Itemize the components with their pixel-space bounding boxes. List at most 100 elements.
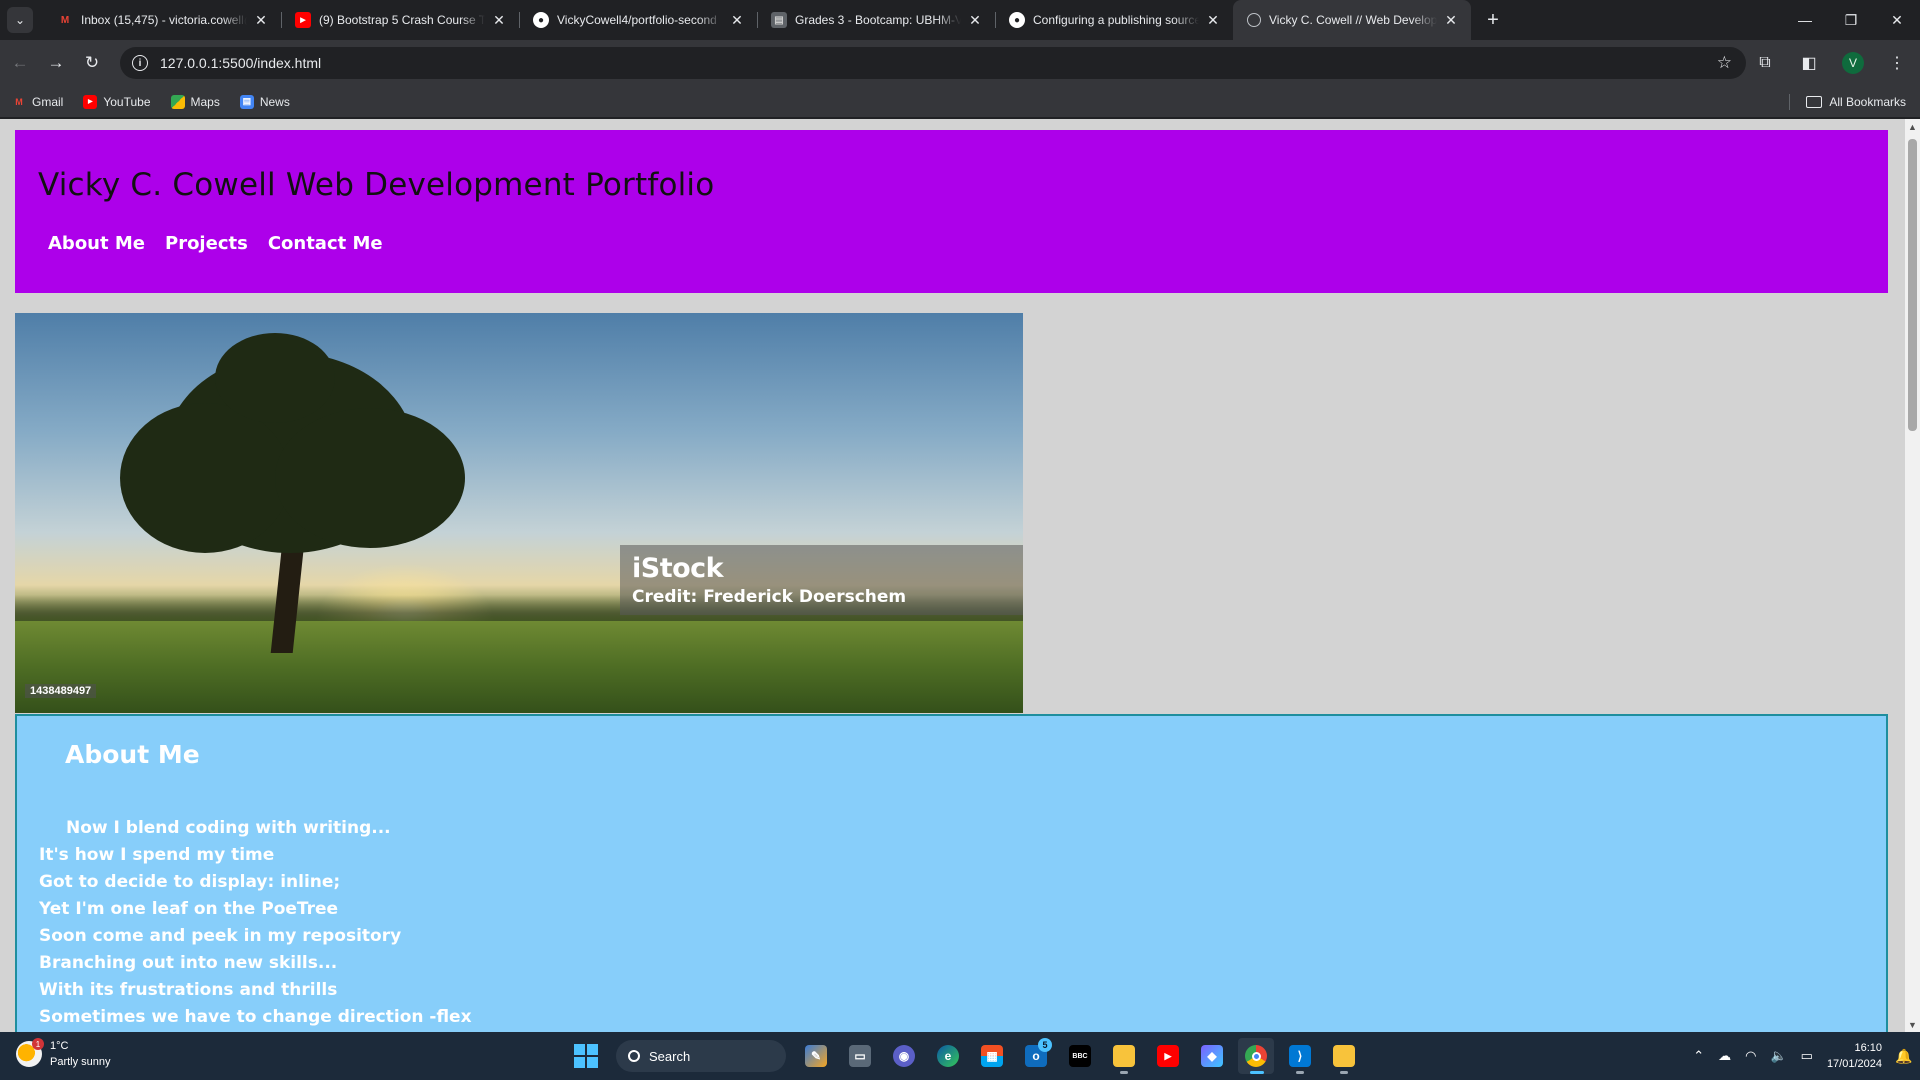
github-icon: ●: [1009, 12, 1025, 28]
start-logo-tile: [587, 1057, 598, 1068]
profile-button[interactable]: V: [1838, 47, 1868, 79]
weather-condition: Partly sunny: [50, 1056, 111, 1068]
forward-icon[interactable]: →: [40, 47, 72, 79]
bookmark-star-icon[interactable]: ☆: [1717, 53, 1732, 73]
folder-glyph: [1113, 1045, 1135, 1067]
bookmark-label: YouTube: [103, 94, 151, 109]
image-id: 1438489497: [25, 684, 97, 698]
close-icon[interactable]: ✕: [1443, 12, 1459, 29]
youtube-icon: ▶: [83, 94, 98, 109]
nav-link-projects[interactable]: Projects: [165, 233, 248, 254]
close-icon[interactable]: ✕: [967, 12, 983, 29]
chevron-up-icon[interactable]: ⌃: [1693, 1048, 1704, 1064]
close-icon[interactable]: ✕: [1205, 12, 1221, 29]
minimize-icon[interactable]: —: [1782, 0, 1828, 40]
notification-badge: 1: [32, 1038, 44, 1050]
taskbar-search[interactable]: Search: [616, 1040, 786, 1072]
about-section: About Me Now I blend coding with writing…: [15, 714, 1888, 1032]
clock[interactable]: 16:10 17/01/2024: [1827, 1040, 1882, 1072]
back-icon[interactable]: ←: [4, 47, 36, 79]
side-panel-icon[interactable]: ◧: [1794, 47, 1824, 79]
field: [15, 621, 1023, 713]
tab-title: VickyCowell4/portfolio-second: [557, 13, 717, 27]
address-bar[interactable]: i 127.0.0.1:5500/index.html ☆: [120, 47, 1746, 79]
close-window-icon[interactable]: ✕: [1874, 0, 1920, 40]
tab-title: (9) Bootstrap 5 Crash Course Tu: [319, 13, 485, 27]
chat-app-icon[interactable]: ◉: [886, 1038, 922, 1074]
poem-line: It's how I spend my time: [39, 845, 275, 865]
scroll-thumb[interactable]: [1908, 139, 1917, 431]
youtube-app-icon[interactable]: ▶: [1150, 1038, 1186, 1074]
notes-app-icon[interactable]: [1326, 1038, 1362, 1074]
chrome-icon[interactable]: [1238, 1038, 1274, 1074]
tree-crown: [215, 333, 335, 423]
window-controls: — ❐ ✕: [1782, 0, 1920, 40]
menu-kebab-icon[interactable]: ⋮: [1882, 47, 1912, 79]
scroll-down-arrow-icon[interactable]: ▼: [1905, 1017, 1920, 1032]
start-button[interactable]: [568, 1038, 604, 1074]
bookmark-youtube[interactable]: ▶ YouTube: [83, 94, 151, 109]
volume-icon[interactable]: 🔈: [1770, 1048, 1786, 1064]
divider: [1789, 94, 1790, 110]
file-explorer-icon[interactable]: [1106, 1038, 1142, 1074]
tab-github-repo[interactable]: ● VickyCowell4/portfolio-second ✕: [519, 0, 757, 40]
url-text[interactable]: 127.0.0.1:5500/index.html: [160, 55, 1717, 71]
site-nav: About Me Projects Contact Me: [48, 233, 383, 254]
extensions-icon[interactable]: ⧉: [1750, 47, 1780, 79]
istock-watermark: iStock Credit: Frederick Doerschem: [620, 545, 1023, 615]
close-icon[interactable]: ✕: [491, 12, 507, 29]
copilot-icon[interactable]: ◆: [1194, 1038, 1230, 1074]
tab-youtube[interactable]: ▶ (9) Bootstrap 5 Crash Course Tu ✕: [281, 0, 519, 40]
weather-icon: 1: [16, 1038, 44, 1067]
close-icon[interactable]: ✕: [253, 12, 269, 29]
site-header: Vicky C. Cowell Web Development Portfoli…: [15, 130, 1888, 293]
tab-search-button[interactable]: ⌄: [7, 7, 33, 33]
clock-time: 16:10: [1854, 1042, 1882, 1054]
new-tab-button[interactable]: +: [1479, 6, 1507, 34]
bookmark-news[interactable]: ▤ News: [239, 94, 290, 109]
tree-crown: [120, 403, 290, 553]
start-logo-tile: [587, 1044, 598, 1055]
wifi-icon[interactable]: ◠: [1745, 1048, 1756, 1064]
news-glyph: BBC: [1069, 1045, 1091, 1067]
news-app-icon[interactable]: BBC: [1062, 1038, 1098, 1074]
tab-gmail[interactable]: M Inbox (15,475) - victoria.cowell@ ✕: [43, 0, 281, 40]
system-tray: ⌃ ☁ ◠ 🔈 ▭ 16:10 17/01/2024 🔔: [1693, 1032, 1913, 1080]
restore-icon[interactable]: ❐: [1828, 0, 1874, 40]
edge-icon[interactable]: e: [930, 1038, 966, 1074]
close-icon[interactable]: ✕: [729, 12, 745, 29]
site-info-icon[interactable]: i: [132, 55, 148, 71]
bookmark-label: News: [259, 94, 290, 109]
battery-icon[interactable]: ▭: [1801, 1048, 1813, 1064]
task-view-icon[interactable]: ▭: [842, 1038, 878, 1074]
tab-portfolio[interactable]: Vicky C. Cowell // Web Develop ✕: [1233, 0, 1471, 40]
store-icon[interactable]: ▦: [974, 1038, 1010, 1074]
all-bookmarks-button[interactable]: All Bookmarks: [1806, 86, 1906, 118]
gmail-icon: M: [15, 96, 23, 107]
scroll-up-arrow-icon[interactable]: ▲: [1905, 119, 1920, 134]
bookmark-maps[interactable]: Maps: [170, 94, 220, 109]
nav-link-contact[interactable]: Contact Me: [268, 233, 383, 254]
widgets-app-icon[interactable]: ✎: [798, 1038, 834, 1074]
nav-link-about[interactable]: About Me: [48, 233, 145, 254]
poem-line: Got to decide to display: inline;: [39, 872, 341, 892]
watermark-brand: iStock: [632, 553, 724, 584]
globe-icon: [1247, 13, 1261, 27]
weather-temp: 1°C: [50, 1040, 69, 1052]
vscode-icon[interactable]: ⟩: [1282, 1038, 1318, 1074]
about-poem: Now I blend coding with writing... It's …: [39, 815, 472, 1031]
outlook-icon[interactable]: o5: [1018, 1038, 1054, 1074]
taskbar: 1 1°C Partly sunny Search ✎ ▭ ◉ e ▦ o5 B…: [0, 1032, 1920, 1080]
bookmark-gmail[interactable]: M Gmail: [12, 95, 63, 109]
tab-grades[interactable]: ▤ Grades 3 - Bootcamp: UBHM-V ✕: [757, 0, 995, 40]
widgets-glyph: ✎: [805, 1045, 827, 1067]
tab-github-docs[interactable]: ● Configuring a publishing source ✕: [995, 0, 1233, 40]
about-heading: About Me: [65, 740, 200, 769]
search-icon: [628, 1050, 640, 1062]
weather-widget[interactable]: 1 1°C Partly sunny: [16, 1038, 111, 1070]
reload-icon[interactable]: ↻: [76, 47, 108, 79]
tab-strip: ⌄ M Inbox (15,475) - victoria.cowell@ ✕ …: [0, 0, 1920, 40]
onedrive-icon[interactable]: ☁: [1718, 1048, 1731, 1064]
notification-bell-icon[interactable]: 🔔: [1895, 1048, 1912, 1064]
vertical-scrollbar[interactable]: ▲ ▼: [1905, 119, 1920, 1032]
